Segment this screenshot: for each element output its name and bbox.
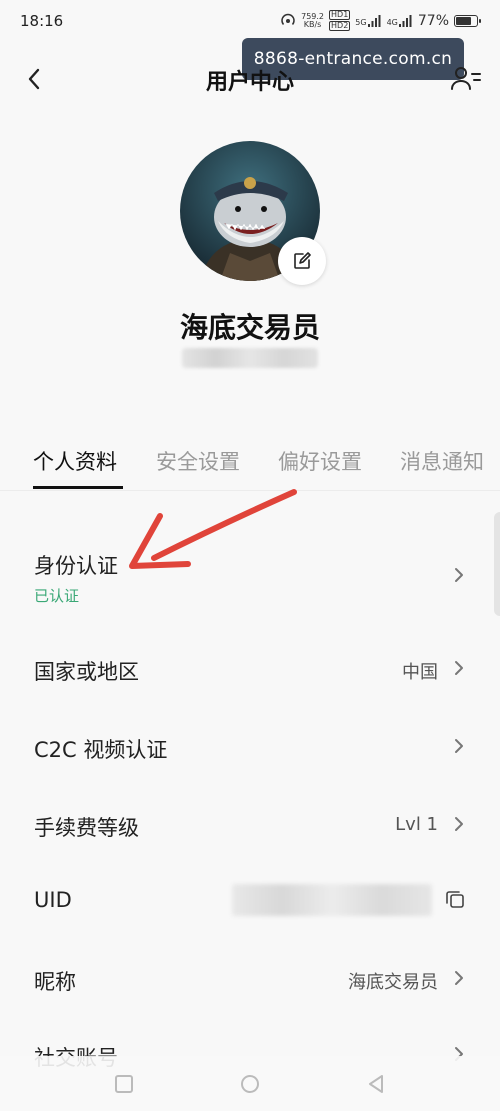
edit-icon bbox=[294, 252, 311, 269]
tab-preferences[interactable]: 偏好设置 bbox=[278, 446, 362, 476]
active-tab-indicator bbox=[33, 486, 123, 489]
hd-tags: HD1 HD2 bbox=[329, 10, 351, 31]
row-value: Lvl 1 bbox=[395, 814, 438, 835]
chevron-right-icon bbox=[455, 568, 463, 582]
row-nickname[interactable]: 昵称 海底交易员 bbox=[0, 956, 500, 1016]
row-country-region[interactable]: 国家或地区 中国 bbox=[0, 646, 500, 706]
signal-icon bbox=[398, 14, 412, 27]
user-list-icon[interactable] bbox=[450, 64, 482, 94]
row-label: C2C 视频认证 bbox=[34, 738, 168, 762]
battery-percent: 77% bbox=[417, 12, 449, 29]
profile-nickname: 海底交易员 bbox=[179, 311, 320, 344]
row-label: UID bbox=[34, 888, 72, 912]
row-label: 身份认证 bbox=[34, 554, 118, 578]
copy-icon[interactable] bbox=[444, 888, 466, 910]
row-c2c-video-verification[interactable]: C2C 视频认证 bbox=[0, 724, 500, 784]
tab-personal-info[interactable]: 个人资料 bbox=[33, 446, 117, 476]
row-label: 手续费等级 bbox=[34, 816, 139, 840]
status-time: 18:16 bbox=[20, 12, 64, 30]
home-icon[interactable] bbox=[236, 1070, 264, 1098]
chevron-right-icon bbox=[455, 971, 463, 985]
avatar-container bbox=[180, 141, 326, 285]
signal-4g: 4G bbox=[387, 14, 413, 27]
row-label: 昵称 bbox=[34, 970, 76, 994]
verified-status: 已认证 bbox=[34, 587, 80, 605]
row-fee-level[interactable]: 手续费等级 Lvl 1 bbox=[0, 802, 500, 862]
redacted-uid-value bbox=[232, 884, 432, 916]
annotation-arrow bbox=[129, 489, 297, 569]
tab-notifications[interactable]: 消息通知 bbox=[400, 446, 484, 476]
signal-5g: 5G bbox=[355, 14, 381, 27]
row-value: 海底交易员 bbox=[348, 972, 438, 993]
redacted-account-id bbox=[182, 348, 318, 368]
row-value: 中国 bbox=[402, 662, 438, 683]
back-nav-icon[interactable] bbox=[362, 1070, 390, 1098]
edit-avatar-button[interactable] bbox=[278, 237, 326, 285]
hotspot-icon bbox=[281, 13, 295, 25]
row-label: 国家或地区 bbox=[34, 660, 139, 684]
battery-icon bbox=[454, 14, 481, 27]
system-nav-bar bbox=[0, 1056, 500, 1111]
chevron-right-icon bbox=[455, 817, 463, 831]
chevron-right-icon bbox=[455, 661, 463, 675]
recent-apps-icon[interactable] bbox=[110, 1070, 138, 1098]
header: 用户中心 bbox=[0, 56, 500, 100]
tab-security-settings[interactable]: 安全设置 bbox=[156, 446, 240, 476]
chevron-right-icon bbox=[455, 739, 463, 753]
status-icons: 759.2 KB/s HD1 HD2 5G 4G 77% bbox=[280, 10, 481, 31]
net-speed: 759.2 KB/s bbox=[301, 11, 325, 29]
page-title: 用户中心 bbox=[205, 70, 294, 95]
signal-icon bbox=[367, 14, 381, 27]
